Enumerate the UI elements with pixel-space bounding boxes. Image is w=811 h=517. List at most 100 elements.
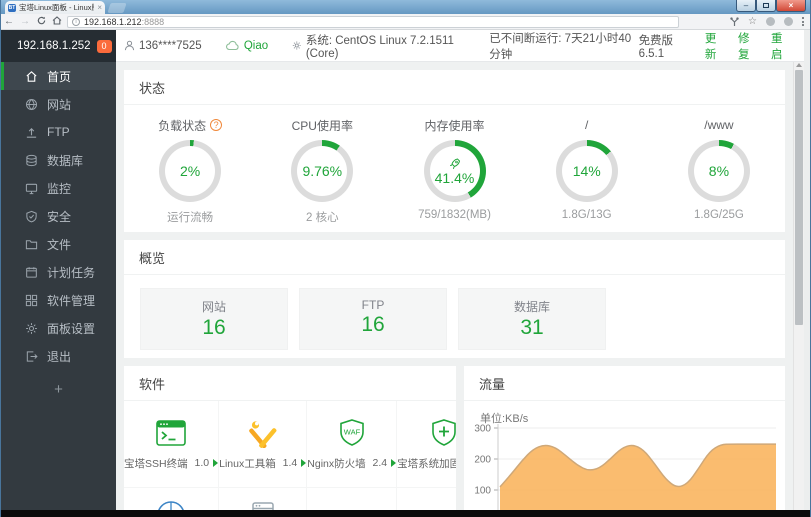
gauge-percent: 41.4% <box>434 169 475 186</box>
tab-close-icon[interactable]: × <box>97 3 102 12</box>
gauge-percent: 2% <box>179 163 201 179</box>
extension-icon-2[interactable] <box>784 17 793 26</box>
url-port: :8888 <box>141 16 165 27</box>
software-name: 宝塔系统加固 <box>397 457 456 470</box>
software-item-nginx-waf[interactable]: WAF Nginx防火墙 2.4 <box>307 401 398 488</box>
help-icon[interactable]: ? <box>210 119 223 131</box>
gauge-memory: 内存使用率 41.4% 759/1832(MB) <box>388 117 520 225</box>
status-card: 状态 负载状态? 2% 运行流畅 CPU使用率 9.76% 2 核心 内存使用率… <box>124 70 785 232</box>
sidebar-item-label: 面板设置 <box>47 321 96 336</box>
system-info: 系统: CentOS Linux 7.2.1511 (Core) <box>305 34 454 60</box>
uptime-text: 已不间断运行: 7天21小时40分钟 <box>489 32 632 61</box>
back-icon[interactable]: ← <box>1 16 17 27</box>
window-maximize-button[interactable] <box>756 0 776 12</box>
home-icon <box>26 70 37 82</box>
gear-icon <box>26 322 37 334</box>
gauge-donut: 2% <box>159 140 222 202</box>
svg-text:100: 100 <box>474 486 491 497</box>
run-icon <box>213 459 219 467</box>
message-badge[interactable]: 0 <box>96 39 112 53</box>
sidebar-item-sites[interactable]: 网站 <box>1 90 116 118</box>
home-icon[interactable] <box>49 15 65 28</box>
page-scrollbar[interactable] <box>793 62 804 510</box>
scrollbar-up-icon[interactable] <box>796 63 802 67</box>
stat-ftp[interactable]: FTP 16 <box>299 288 447 350</box>
new-tab-button[interactable] <box>107 3 127 13</box>
qq-item[interactable]: Qiao <box>225 40 268 52</box>
account-item[interactable]: 136****7525 <box>124 40 202 52</box>
bookmark-star-icon[interactable]: ☆ <box>748 16 757 27</box>
gauge-caption: 2 核心 <box>306 212 339 224</box>
sidebar-item-label: 数据库 <box>47 153 84 168</box>
sidebar-item-settings[interactable]: 面板设置 <box>1 314 116 342</box>
software-item-partial-1[interactable] <box>124 488 220 510</box>
gear-icon <box>293 41 302 50</box>
sidebar-item-label: 首页 <box>47 69 72 84</box>
sidebar-item-ftp[interactable]: FTP <box>1 118 116 146</box>
toolbar-right-icons: ☆ <box>730 16 810 27</box>
software-item-partial-2[interactable] <box>219 488 308 510</box>
maximize-icon <box>763 3 769 8</box>
gauge-label: 负载状态 <box>158 118 207 133</box>
gauge-percent: 9.76% <box>302 163 343 179</box>
sidebar-item-label: 监控 <box>47 181 72 196</box>
stat-sites[interactable]: 网站 16 <box>140 288 288 350</box>
sidebar-item-cron[interactable]: 计划任务 <box>1 258 116 286</box>
scrollbar-thumb[interactable] <box>795 70 803 325</box>
software-title: 软件 <box>124 366 456 401</box>
sidebar-item-monitor[interactable]: 监控 <box>1 174 116 202</box>
browser-menu-icon[interactable] <box>802 17 804 26</box>
stat-value: 16 <box>202 316 226 339</box>
run-icon <box>301 459 307 467</box>
server-ip-block[interactable]: 192.168.1.252 0 <box>1 30 116 62</box>
reload-icon[interactable] <box>33 16 49 28</box>
monitor-icon <box>25 183 38 194</box>
waf-shield-icon: WAF <box>339 418 364 446</box>
sidebar-item-home[interactable]: 首页 <box>1 62 116 90</box>
gauge-label: /www <box>704 118 734 132</box>
extension-icon-1[interactable] <box>766 17 775 26</box>
software-item-ssh-terminal[interactable]: 宝塔SSH终端 1.0 <box>124 401 220 488</box>
cloud-icon <box>225 40 239 51</box>
rocket-icon[interactable] <box>449 157 461 169</box>
browser-titlebar: BT 宝塔Linux面板 - Linux版 × – × <box>1 0 810 14</box>
gauge-caption: 759/1832(MB) <box>418 209 491 221</box>
sidebar-item-security[interactable]: 安全 <box>1 202 116 230</box>
plugin-icon[interactable] <box>730 16 739 27</box>
software-item-linux-toolbox[interactable]: Linux工具箱 1.4 <box>219 401 308 488</box>
stat-database[interactable]: 数据库 31 <box>458 288 606 350</box>
sidebar-add-button[interactable]: + <box>1 374 116 404</box>
window-minimize-button[interactable]: – <box>736 0 756 12</box>
sidebar-item-label: 软件管理 <box>47 293 96 308</box>
gauge-label: / <box>585 118 589 132</box>
calendar-icon <box>26 266 37 278</box>
software-item-system-hardening[interactable]: 宝塔系统加固 1.3 <box>397 401 456 488</box>
sidebar-item-files[interactable]: 文件 <box>1 230 116 258</box>
software-name: Linux工具箱 <box>219 457 276 470</box>
server-ip: 192.168.1.252 <box>17 40 91 52</box>
url-host: 192.168.1.212 <box>84 16 142 27</box>
sidebar-item-database[interactable]: 数据库 <box>1 146 116 174</box>
gauge-caption: 1.8G/13G <box>561 209 612 221</box>
svg-text:200: 200 <box>474 455 491 466</box>
repair-link[interactable]: 修复 <box>738 30 757 62</box>
software-version: 2.4 <box>372 457 388 469</box>
window-close-button[interactable]: × <box>776 0 806 12</box>
gauge-caption: 1.8G/25G <box>693 209 744 221</box>
address-bar[interactable]: i 192.168.1.212:8888 <box>67 15 679 28</box>
restart-link[interactable]: 重启 <box>771 30 790 62</box>
traffic-chart: 100 200 300 <box>474 424 776 510</box>
page-info-icon[interactable]: i <box>72 17 80 26</box>
sidebar-item-logout[interactable]: 退出 <box>1 342 116 370</box>
gauge-donut: 9.76% <box>291 140 354 202</box>
gauge-donut: 41.4% <box>423 140 486 202</box>
dashboard-icon <box>158 501 184 510</box>
main-content: 状态 负载状态? 2% 运行流畅 CPU使用率 9.76% 2 核心 内存使用率… <box>116 62 793 510</box>
software-item-partial-3[interactable] <box>307 488 398 510</box>
software-item-partial-4[interactable] <box>397 488 456 510</box>
sidebar-item-software[interactable]: 软件管理 <box>1 286 116 314</box>
sidebar-item-label: FTP <box>47 125 70 139</box>
gauge-percent: 14% <box>572 163 601 179</box>
update-link[interactable]: 更新 <box>705 30 724 62</box>
browser-tab[interactable]: BT 宝塔Linux面板 - Linux版 × <box>5 1 105 14</box>
